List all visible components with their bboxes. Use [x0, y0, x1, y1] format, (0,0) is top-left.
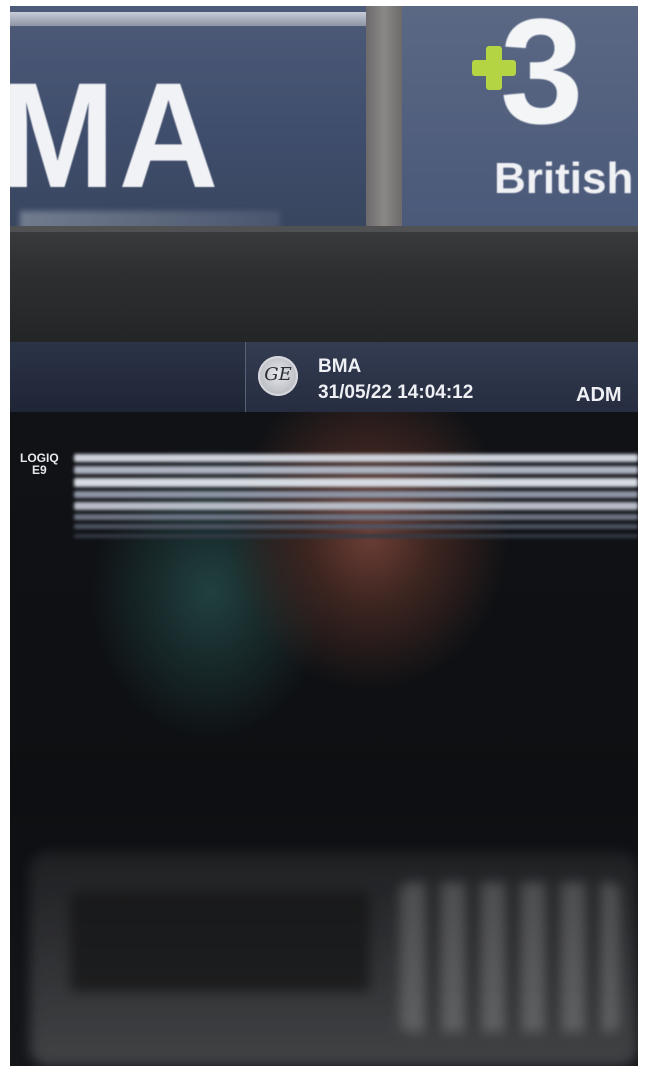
- monitor-bezel: [10, 226, 638, 342]
- banner-right-brand: British: [494, 154, 634, 203]
- banner-pole: [366, 6, 402, 226]
- keyboard-keys: [400, 882, 620, 1032]
- scan-band: [74, 534, 638, 538]
- banner-left: MA: [10, 6, 366, 231]
- banner-right: 3 British: [402, 6, 638, 226]
- ge-logo-icon: GE: [258, 356, 298, 396]
- header-user: ADM: [576, 384, 622, 406]
- header-site-name: BMA: [318, 356, 362, 377]
- scan-band: [74, 466, 638, 474]
- scan-band: [74, 514, 638, 520]
- scan-band: [74, 491, 638, 498]
- header-left-panel: [10, 342, 245, 412]
- screen-header: GE BMA 31/05/22 14:04:12 ADM: [10, 342, 638, 412]
- banner-top-bar: [10, 12, 366, 26]
- header-datetime: 31/05/22 14:04:12: [318, 382, 474, 403]
- keyboard-reflection: [30, 852, 638, 1066]
- keyboard-pad: [70, 892, 370, 992]
- scan-band: [74, 454, 638, 462]
- bezel-edge: [10, 226, 638, 232]
- model-label-line2: E9: [31, 463, 47, 477]
- banner-left-text: MA: [10, 51, 222, 219]
- scan-band: [74, 478, 638, 487]
- ge-logo-text: GE: [264, 364, 292, 385]
- ultrasound-scan: [74, 452, 638, 542]
- scan-band: [74, 502, 638, 510]
- photo: MA 3 British GE BMA 31/05/22 14:04:12 AD…: [10, 6, 638, 1066]
- banner-right-numeral: 3: [500, 6, 584, 155]
- model-label: LOGIQ E9: [20, 452, 59, 476]
- scan-band: [74, 524, 638, 529]
- ultrasound-image-area: LOGIQ E9: [10, 412, 638, 1066]
